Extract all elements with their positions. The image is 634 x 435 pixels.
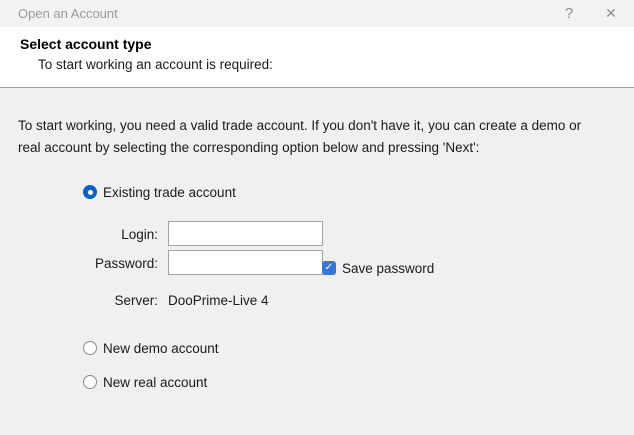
wizard-header: Select account type To start working an …	[0, 27, 634, 88]
instruction-line-2: real account by selecting the correspond…	[18, 137, 624, 159]
password-input[interactable]	[168, 250, 323, 275]
new-demo-account-label: New demo account	[103, 341, 219, 356]
window-title: Open an Account	[18, 6, 118, 21]
instruction-text: To start working, you need a valid trade…	[18, 115, 624, 159]
page-title: Select account type	[20, 36, 152, 52]
page-subtitle: To start working an account is required:	[38, 57, 273, 72]
login-label: Login:	[60, 227, 158, 242]
checkbox-checked-icon[interactable]: ✓	[322, 261, 336, 275]
login-input[interactable]	[168, 221, 323, 246]
save-password-label: Save password	[342, 261, 434, 276]
radio-unchecked-icon[interactable]	[83, 375, 97, 389]
radio-row-existing-account[interactable]: Existing trade account	[83, 184, 236, 200]
radio-unchecked-icon[interactable]	[83, 341, 97, 355]
close-button[interactable]: ✕	[596, 0, 626, 27]
radio-existing-account-label: Existing trade account	[103, 185, 236, 200]
radio-row-new-demo-account[interactable]: New demo account	[83, 340, 219, 356]
titlebar: Open an Account ? ✕	[0, 0, 634, 27]
instruction-line-1: To start working, you need a valid trade…	[18, 115, 624, 137]
new-real-account-label: New real account	[103, 375, 207, 390]
open-account-dialog: Open an Account ? ✕ Select account type …	[0, 0, 634, 435]
help-button[interactable]: ?	[554, 0, 584, 27]
password-label: Password:	[60, 256, 158, 271]
save-password-checkbox-row[interactable]: ✓ Save password	[322, 260, 434, 276]
radio-checked-icon[interactable]	[83, 185, 97, 199]
radio-row-new-real-account[interactable]: New real account	[83, 374, 207, 390]
server-label: Server:	[60, 293, 158, 308]
server-value: DooPrime-Live 4	[168, 293, 269, 308]
